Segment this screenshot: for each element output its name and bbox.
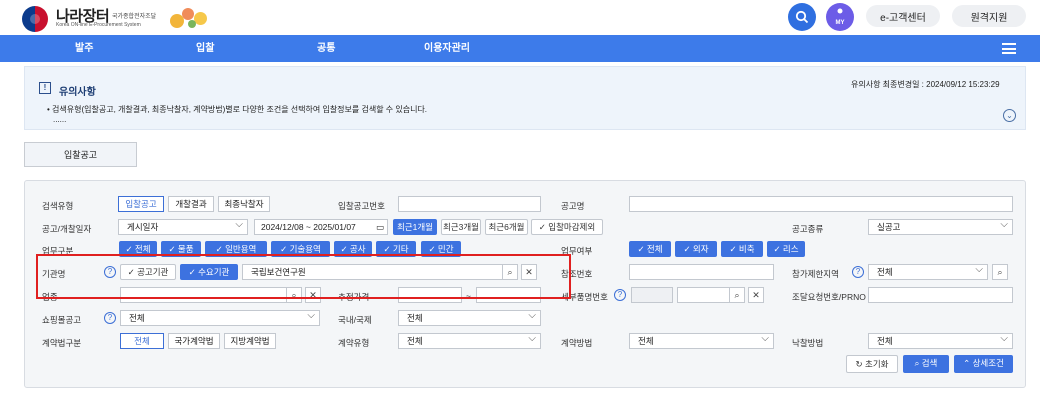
reset-label: 초기화 — [865, 359, 889, 369]
notice-kind-select[interactable]: 실공고 — [868, 219, 1013, 235]
contract-method-label: 계약방법 — [561, 338, 593, 348]
biz-type-construction-text: 공사 — [349, 244, 366, 254]
biz-type-all-text: 전체 — [134, 244, 151, 254]
search-icon[interactable] — [788, 3, 816, 31]
notice-dots: ...... — [53, 115, 67, 124]
highlight-box — [36, 254, 571, 299]
region-select[interactable]: 전체 — [868, 264, 988, 280]
law-national-button[interactable]: 국가계약법 — [168, 333, 220, 349]
check-icon: ✓ — [538, 222, 549, 232]
quick-6-month-button[interactable]: 최근6개월 — [485, 219, 528, 235]
nav-item-common[interactable]: 공통 — [317, 35, 335, 62]
search-type-final-winner[interactable]: 최종낙찰자 — [218, 196, 270, 212]
procure-no-label: 조달요청번호/PRNO — [792, 292, 866, 302]
biz-status-stock-chip[interactable]: ✓ 비축 — [721, 241, 763, 257]
detail-label: 상세조건 — [972, 358, 1004, 368]
nav-item-order[interactable]: 발주 — [75, 35, 93, 62]
notice-name-input[interactable] — [629, 196, 1013, 212]
exclamation-icon: ! — [39, 82, 51, 94]
quick-1-month-button[interactable]: 최근1개월 — [393, 219, 437, 235]
product-no-class-input[interactable] — [631, 287, 673, 303]
remote-support-button[interactable]: 원격지원 — [952, 5, 1026, 27]
chevron-down-icon[interactable]: ⌄ — [1003, 109, 1016, 122]
chevron-up-icon: ⌃ — [963, 358, 973, 368]
contract-type-label: 계약유형 — [338, 338, 370, 348]
biz-type-private-text: 민간 — [437, 244, 454, 254]
law-label: 계약법구분 — [42, 338, 82, 348]
contract-method-select[interactable]: 전체 — [629, 333, 774, 349]
notice-title: 유의사항 — [59, 87, 96, 98]
region-label: 참가제한지역 — [792, 269, 839, 279]
my-label: MY — [835, 20, 845, 26]
notice-name-label: 공고명 — [561, 201, 585, 211]
bid-no-label: 입찰공고번호 — [338, 201, 385, 211]
close-icon[interactable]: ✕ — [748, 287, 764, 303]
law-all-button[interactable]: 전체 — [120, 333, 164, 349]
contract-type-select[interactable]: 전체 — [398, 333, 541, 349]
search-icon[interactable]: ⌕ — [992, 264, 1008, 280]
tab-bid-notice[interactable]: 입찰공고 — [24, 142, 137, 167]
biz-status-lease-text: 리스 — [782, 244, 799, 254]
notice-updated: 유의사항 최종변경일 : 2024/09/12 15:23:29 — [851, 80, 1000, 89]
domestic-label: 국내/국제 — [338, 315, 372, 325]
customer-center-button[interactable]: e-고객센터 — [866, 5, 940, 27]
search-button[interactable]: ⌕ 검색 — [903, 355, 949, 373]
biz-status-all-text: 전체 — [646, 244, 663, 254]
search-label: 검색 — [921, 358, 938, 368]
help-icon[interactable]: ? — [614, 289, 626, 301]
help-icon[interactable]: ? — [852, 266, 864, 278]
logo-subtitle: Korea ON-line E-Procurement System — [56, 22, 141, 28]
biz-type-general-service-text: 일반용역 — [225, 244, 257, 254]
nav-item-bid[interactable]: 입찰 — [196, 35, 214, 62]
date-type-select[interactable]: 게시일자 — [118, 219, 248, 235]
logo-small-text: 국가종합전자조달 — [112, 14, 157, 20]
law-local-button[interactable]: 지방계약법 — [224, 333, 276, 349]
biz-type-etc-text: 기타 — [392, 244, 409, 254]
ref-no-input[interactable] — [629, 264, 774, 280]
main-nav: 발주 입찰 공통 이용자관리 — [0, 35, 1040, 62]
detail-conditions-button[interactable]: ⌃ 상세조건 — [954, 355, 1013, 373]
search-type-bid-notice[interactable]: 입찰공고 — [118, 196, 164, 212]
notice-box: ! 유의사항 유의사항 최종변경일 : 2024/09/12 15:23:29 … — [24, 66, 1026, 130]
calendar-icon[interactable]: ▭ — [376, 220, 384, 234]
search-icon: ⌕ — [914, 358, 922, 368]
reset-button[interactable]: ↻ 초기화 — [846, 355, 898, 373]
decorative-flowers-icon — [168, 6, 212, 30]
menu-icon[interactable] — [1002, 43, 1016, 54]
search-icon[interactable]: ⌕ — [729, 287, 745, 303]
award-method-select[interactable]: 전체 — [868, 333, 1013, 349]
biz-status-foreign-text: 외자 — [692, 244, 709, 254]
my-page-button[interactable]: MY — [826, 3, 854, 31]
reset-icon: ↻ — [855, 359, 865, 369]
biz-type-goods-text: 물품 — [177, 244, 194, 254]
date-range-text: 2024/12/08 ~ 2025/01/07 — [261, 222, 356, 232]
notice-kind-label: 공고종류 — [792, 224, 824, 234]
quick-3-month-button[interactable]: 최근3개월 — [441, 219, 481, 235]
biz-status-stock-text: 비축 — [738, 244, 755, 254]
help-icon[interactable]: ? — [104, 312, 116, 324]
notice-text: • 검색유형(입찰공고, 개찰결과, 최종낙찰자, 계약방법)별로 다양한 조건… — [47, 105, 428, 114]
biz-status-all-chip[interactable]: ✓ 전체 — [629, 241, 671, 257]
award-method-label: 낙찰방법 — [792, 338, 824, 348]
nav-item-user-admin[interactable]: 이용자관리 — [424, 35, 470, 62]
search-type-opening-result[interactable]: 개찰결과 — [168, 196, 214, 212]
exclude-closed-label: 입찰마감제외 — [548, 222, 596, 232]
taegeuk-logo-icon[interactable] — [22, 6, 48, 32]
biz-status-lease-chip[interactable]: ✓ 리스 — [767, 241, 805, 257]
bid-no-input[interactable] — [398, 196, 541, 212]
mall-select[interactable]: 전체 — [120, 310, 320, 326]
exclude-closed-checkbox[interactable]: ✓ 입찰마감제외 — [531, 219, 603, 235]
biz-type-tech-service-text: 기술용역 — [289, 244, 321, 254]
procure-no-input[interactable] — [868, 287, 1013, 303]
biz-status-foreign-chip[interactable]: ✓ 외자 — [675, 241, 717, 257]
search-type-label: 검색유형 — [42, 201, 74, 211]
domestic-select[interactable]: 전체 — [398, 310, 541, 326]
date-range-input[interactable]: 2024/12/08 ~ 2025/01/07 ▭ — [254, 219, 388, 235]
date-label: 공고/개찰일자 — [42, 224, 92, 234]
mall-label: 쇼핑몰공고 — [42, 315, 82, 325]
header: 나라장터 국가종합전자조달 Korea ON-line E-Procuremen… — [0, 0, 1040, 35]
